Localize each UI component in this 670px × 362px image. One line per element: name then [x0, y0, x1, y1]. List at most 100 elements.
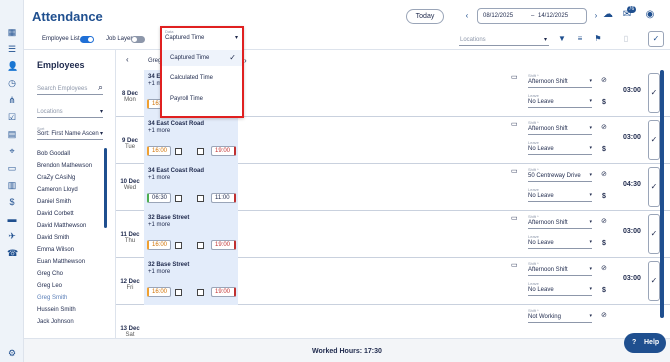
no-timer-icon[interactable]: ⊘: [601, 264, 607, 272]
document-icon[interactable]: ▭: [7, 163, 17, 173]
comment-icon[interactable]: ▭: [511, 120, 518, 128]
approve-day-button[interactable]: ✓: [648, 261, 660, 301]
end-checkbox[interactable]: [197, 242, 204, 249]
leave-select[interactable]: No Leave ▾: [528, 239, 592, 249]
no-timer-icon[interactable]: ⊘: [601, 170, 607, 178]
employee-list-item[interactable]: Emma Wilson: [37, 247, 74, 253]
start-checkbox[interactable]: [175, 289, 182, 296]
settings-icon[interactable]: ⚙: [7, 348, 17, 358]
dropdown-option-selected[interactable]: Captured Time ✓: [162, 50, 242, 66]
locations-filter[interactable]: Locations ▾: [459, 34, 549, 46]
comment-icon[interactable]: ▭: [511, 261, 518, 269]
employee-search-input[interactable]: Search Employees ⌕: [37, 82, 103, 95]
flag-icon[interactable]: ⚑: [592, 33, 604, 45]
start-time[interactable]: 06:30: [147, 193, 171, 203]
employee-list-item[interactable]: David Smith: [37, 235, 69, 241]
list-view-icon[interactable]: ≡: [574, 33, 586, 45]
start-time[interactable]: 16:00: [147, 146, 171, 156]
employee-list-item[interactable]: Bob Goodall: [37, 151, 70, 157]
help-button[interactable]: ? Help: [624, 333, 666, 353]
shift-select[interactable]: 50 Centreway Drive ▾: [528, 172, 592, 182]
dollar-icon[interactable]: $: [602, 287, 606, 294]
flight-icon[interactable]: ✈: [7, 231, 17, 241]
end-time[interactable]: 19:00: [211, 240, 236, 250]
start-checkbox[interactable]: [175, 242, 182, 249]
filter-icon[interactable]: ▼: [556, 33, 568, 45]
calendar-icon[interactable]: ▤: [7, 129, 17, 139]
no-timer-icon[interactable]: ⊘: [601, 311, 607, 319]
sort-select[interactable]: Sort Sort: First Name Ascen ▾: [37, 126, 103, 140]
phone-icon[interactable]: ☎: [7, 248, 18, 258]
leave-select[interactable]: No Leave ▾: [528, 98, 592, 108]
location-cell[interactable]: 32 Base Street +1 more 16:00 19:00: [144, 211, 238, 258]
approve-day-button[interactable]: ✓: [648, 120, 660, 160]
employee-list-toggle[interactable]: [80, 36, 94, 43]
no-timer-icon[interactable]: ⊘: [601, 76, 607, 84]
employee-list-item[interactable]: Cameron Lloyd: [37, 187, 78, 193]
comment-icon[interactable]: ▭: [511, 73, 518, 81]
job-layers-toggle[interactable]: [131, 36, 145, 43]
more-locations[interactable]: +1 more: [148, 128, 170, 134]
dollar-icon[interactable]: $: [602, 240, 606, 247]
dollar-icon[interactable]: $: [7, 197, 17, 207]
employee-list-item[interactable]: Greg Cho: [37, 271, 63, 277]
more-locations[interactable]: +1 more: [148, 269, 170, 275]
end-time[interactable]: 11:00: [211, 193, 236, 203]
chevron-left-icon[interactable]: ‹: [461, 10, 473, 22]
grid-scrollbar[interactable]: [660, 70, 664, 318]
cloud-upload-icon[interactable]: ☁: [602, 9, 614, 21]
chevron-left-icon[interactable]: ‹: [126, 55, 129, 64]
start-checkbox[interactable]: [175, 195, 182, 202]
location-cell[interactable]: 34 East Coast Road +1 more 16:00 19:00: [144, 117, 238, 164]
comment-icon[interactable]: ▭: [511, 214, 518, 222]
no-timer-icon[interactable]: ⊘: [601, 217, 607, 225]
employee-list-item[interactable]: Hussein Smith: [37, 307, 76, 313]
end-time[interactable]: 19:00: [211, 146, 236, 156]
end-checkbox[interactable]: [197, 289, 204, 296]
search-icon[interactable]: ⌕: [98, 82, 103, 93]
location-cell[interactable]: 34 East Coast Road +1 more 06:30 11:00: [144, 164, 238, 211]
tasks-icon[interactable]: ☑: [7, 112, 17, 122]
people-icon[interactable]: 👤: [7, 61, 18, 71]
sidebar-locations-filter[interactable]: Locations ▾: [37, 106, 103, 118]
dropdown-option[interactable]: Calculated Time: [162, 70, 242, 86]
approve-all-button[interactable]: ✓: [648, 31, 664, 47]
shift-select[interactable]: Afternoon Shift ▾: [528, 266, 592, 276]
date-range-picker[interactable]: 08/12/2025 – 14/12/2025: [477, 8, 587, 24]
employee-list-item[interactable]: Euan Matthewson: [37, 259, 85, 265]
shift-select[interactable]: Afternoon Shift ▾: [528, 219, 592, 229]
dollar-icon[interactable]: $: [602, 193, 606, 200]
chevron-right-icon[interactable]: ›: [590, 10, 602, 22]
delete-icon[interactable]: ▯: [620, 33, 632, 45]
dollar-icon[interactable]: $: [602, 99, 606, 106]
employee-list-scrollbar[interactable]: [104, 148, 107, 228]
start-time[interactable]: 16:00: [147, 287, 171, 297]
clock-icon[interactable]: ◷: [7, 78, 17, 88]
approve-day-button[interactable]: ✓: [648, 73, 660, 113]
no-timer-icon[interactable]: ⊘: [601, 123, 607, 131]
chevron-right-icon[interactable]: ›: [244, 56, 247, 65]
today-button[interactable]: Today: [406, 9, 444, 24]
dollar-icon[interactable]: $: [602, 146, 606, 153]
leave-select[interactable]: No Leave ▾: [528, 286, 592, 296]
start-time[interactable]: 16:00: [147, 240, 171, 250]
employee-list-item[interactable]: David Corbett: [37, 211, 74, 217]
employee-list-item[interactable]: Greg Leo: [37, 283, 62, 289]
employee-list-item[interactable]: Jack Johnson: [37, 319, 74, 325]
shift-select[interactable]: Afternoon Shift ▾: [528, 125, 592, 135]
account-icon[interactable]: ◉: [644, 9, 656, 21]
approve-day-button[interactable]: ✓: [648, 214, 660, 254]
leave-select[interactable]: No Leave ▾: [528, 145, 592, 155]
end-checkbox[interactable]: [197, 148, 204, 155]
report-icon[interactable]: ▥: [7, 180, 17, 190]
location-cell[interactable]: 32 Base Street +1 more 16:00 19:00: [144, 258, 238, 305]
employee-list-item[interactable]: Daniel Smith: [37, 199, 71, 205]
id-card-icon[interactable]: ▬: [7, 214, 17, 224]
employee-list-item[interactable]: Greg Smith: [37, 295, 67, 301]
list-icon[interactable]: ☰: [7, 44, 17, 54]
comment-icon[interactable]: ▭: [511, 167, 518, 175]
location-icon[interactable]: ⌖: [7, 146, 17, 156]
more-locations[interactable]: +1 more: [148, 175, 170, 181]
more-locations[interactable]: +1 more: [148, 222, 170, 228]
end-checkbox[interactable]: [197, 195, 204, 202]
